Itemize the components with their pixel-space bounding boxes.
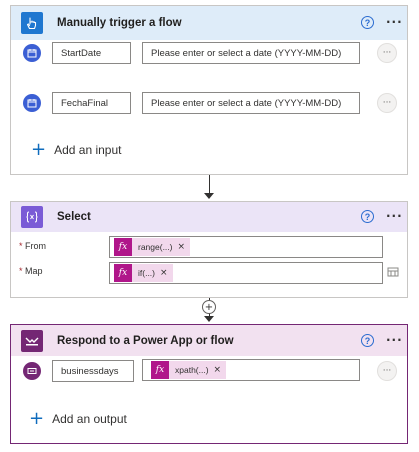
remove-token-icon[interactable]: × <box>173 242 191 252</box>
from-field[interactable]: fx range(...) × <box>109 236 383 258</box>
map-label: * Map <box>19 266 43 276</box>
calendar-icon <box>23 94 41 112</box>
respond-title: Respond to a Power App or flow <box>57 334 234 347</box>
help-icon[interactable]: ? <box>361 210 374 223</box>
add-output-label: Add an output <box>52 412 127 426</box>
select-header[interactable]: Select ? ··· <box>11 202 407 232</box>
select-data-icon <box>21 206 43 228</box>
fx-icon: fx <box>114 238 132 256</box>
fx-icon: fx <box>114 264 132 282</box>
insert-step-button[interactable]: + <box>202 300 216 314</box>
input-value-field[interactable]: Please enter or select a date (YYYY-MM-D… <box>142 42 360 64</box>
trigger-header[interactable]: Manually trigger a flow ? ··· <box>11 6 407 40</box>
output-value-field[interactable]: fx xpath(...) × <box>142 359 360 381</box>
text-output-icon <box>23 362 41 380</box>
plus-icon: + <box>31 139 47 160</box>
input-value-field[interactable]: Please enter or select a date (YYYY-MM-D… <box>142 92 360 114</box>
fx-icon: fx <box>151 361 169 379</box>
touch-icon <box>21 12 43 34</box>
arrow-down-icon <box>204 193 214 199</box>
select-title: Select <box>57 211 91 223</box>
arrow-down-icon <box>204 316 214 322</box>
output-more-button[interactable]: ··· <box>377 361 397 381</box>
required-mark: * <box>19 266 23 276</box>
trigger-title: Manually trigger a flow <box>57 17 182 29</box>
expression-token[interactable]: fx xpath(...) × <box>151 361 227 379</box>
select-card: Select ? ··· * From fx range(...) × * Ma… <box>10 201 408 298</box>
input-more-button[interactable]: ··· <box>377 43 397 63</box>
input-more-button[interactable]: ··· <box>377 93 397 113</box>
from-label-text: From <box>25 241 47 251</box>
remove-token-icon[interactable]: × <box>155 268 173 278</box>
token-label: xpath(...) <box>175 365 209 375</box>
expression-token[interactable]: fx if(...) × <box>114 264 173 282</box>
expression-token[interactable]: fx range(...) × <box>114 238 191 256</box>
token-label: range(...) <box>138 242 173 252</box>
token-label: if(...) <box>138 268 155 278</box>
help-icon[interactable]: ? <box>361 334 374 347</box>
map-label-text: Map <box>25 266 43 276</box>
add-input-button[interactable]: + Add an input <box>31 141 121 159</box>
plus-icon: + <box>29 408 45 429</box>
map-field[interactable]: fx if(...) × <box>109 262 383 284</box>
required-mark: * <box>19 241 23 251</box>
power-apps-icon <box>21 329 43 352</box>
input-name-field[interactable]: FechaFinal <box>52 92 131 114</box>
remove-token-icon[interactable]: × <box>209 365 227 375</box>
add-output-button[interactable]: + Add an output <box>29 410 127 428</box>
from-label: * From <box>19 241 46 251</box>
switch-mode-icon[interactable] <box>387 266 399 278</box>
add-input-label: Add an input <box>54 143 122 157</box>
help-icon[interactable]: ? <box>361 16 374 29</box>
output-name-field[interactable]: businessdays <box>52 360 134 382</box>
trigger-card: Manually trigger a flow ? ··· StartDate … <box>10 5 408 175</box>
more-options-icon[interactable]: ··· <box>386 333 403 347</box>
calendar-icon <box>23 44 41 62</box>
more-options-icon[interactable]: ··· <box>386 15 403 29</box>
respond-header[interactable]: Respond to a Power App or flow ? ··· <box>11 325 407 356</box>
more-options-icon[interactable]: ··· <box>386 209 403 223</box>
respond-card: Respond to a Power App or flow ? ··· bus… <box>10 324 408 444</box>
input-name-field[interactable]: StartDate <box>52 42 131 64</box>
connector-line <box>209 175 210 194</box>
